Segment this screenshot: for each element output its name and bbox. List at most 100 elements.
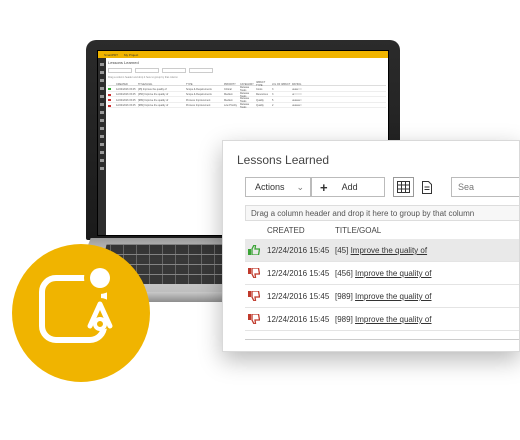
thumbs-down-icon: [108, 99, 111, 101]
mini-cell: Scope & Requirements: [186, 87, 212, 91]
sidebar-icon[interactable]: [100, 79, 104, 82]
thumbs-down-icon: [248, 268, 260, 278]
mini-sidebar: [98, 58, 106, 235]
mini-col[interactable]: PRIORITY: [224, 83, 240, 86]
table-footer-divider: [245, 339, 519, 340]
mini-filter-button[interactable]: [189, 68, 213, 73]
mini-actions-button[interactable]: [108, 68, 132, 73]
group-by-dropzone[interactable]: Drag a column header and drop it here to…: [245, 205, 519, 221]
rating-stars: ★★★☆☆: [292, 87, 302, 91]
sidebar-icon[interactable]: [100, 119, 104, 122]
sidebar-icon[interactable]: [100, 71, 104, 74]
lessons-learned-panel: Lessons Learned Actions ⌄ + Add Sea Drag…: [222, 140, 520, 352]
thumbs-down-icon: [108, 93, 111, 96]
mini-cell: Medium: [224, 93, 233, 96]
row-id: [456]: [335, 269, 353, 278]
table-header: CREATED TITLE/GOAL: [245, 223, 519, 239]
table-row[interactable]: 12/24/2016 15:45 [989] Improve the quali…: [245, 285, 519, 308]
sidebar-icon[interactable]: [100, 167, 104, 170]
mini-cell[interactable]: [989] Improve the quality of: [138, 99, 186, 102]
title-cell: [45] Improve the quality of: [335, 246, 427, 255]
thumbs-down-icon: [248, 314, 260, 324]
mini-cell: Costs: [256, 87, 263, 91]
mini-col[interactable]: RATING: [292, 83, 386, 86]
grid-view-button[interactable]: [393, 177, 414, 197]
mini-cell: 3: [272, 93, 274, 96]
title-link[interactable]: Improve the quality of: [355, 315, 431, 324]
thumbs-down-icon: [248, 291, 260, 301]
mini-col[interactable]: CREATED: [116, 83, 138, 86]
mini-col[interactable]: LVL OF IMPACT: [272, 83, 292, 86]
mini-cell[interactable]: [45] Improve the quality of: [138, 88, 186, 91]
page-title: Lessons Learned: [237, 153, 330, 167]
sidebar-icon[interactable]: [100, 87, 104, 90]
mini-col[interactable]: IMPACT TYPE: [256, 81, 272, 87]
sidebar-icon[interactable]: [100, 111, 104, 114]
app-badge: [12, 244, 150, 382]
search-input[interactable]: Sea: [451, 177, 519, 197]
rating-stars: ★☆☆☆☆: [292, 93, 302, 96]
rating-stars: ★★★★☆: [292, 104, 302, 107]
mini-cell: Low Priority: [224, 104, 238, 107]
add-button[interactable]: + Add: [311, 177, 385, 197]
row-id: [989]: [335, 315, 353, 324]
column-header-title[interactable]: TITLE/GOAL: [335, 226, 381, 235]
title-cell: [989] Improve the quality of: [335, 315, 432, 324]
created-cell: 12/24/2016 15:45: [267, 246, 330, 255]
sidebar-icon[interactable]: [100, 151, 104, 154]
chevron-down-icon: ⌄: [296, 181, 304, 192]
mini-cell: Scope & Requirements: [186, 93, 212, 96]
lessons-learned-icon: [39, 262, 116, 343]
mini-cell[interactable]: [989] Improve the quality of: [138, 104, 186, 107]
column-header-created[interactable]: CREATED: [267, 226, 305, 235]
actions-label: Actions: [255, 182, 285, 192]
mini-cell: 12/24/2016 15:45: [116, 98, 136, 102]
created-cell: 12/24/2016 15:45: [267, 269, 330, 278]
thumbs-up-icon: [248, 245, 260, 255]
mini-tab[interactable]: SmartPDT: [104, 53, 118, 57]
mini-cell: Resources: [256, 93, 268, 96]
sidebar-icon[interactable]: [100, 63, 104, 66]
row-id: [45]: [335, 246, 349, 255]
sidebar-icon[interactable]: [100, 95, 104, 98]
mini-tab[interactable]: My Project: [124, 53, 138, 57]
mini-search-input[interactable]: [162, 68, 186, 73]
sidebar-icon[interactable]: [100, 127, 104, 130]
title-link[interactable]: Improve the quality of: [355, 269, 431, 278]
created-cell: 12/24/2016 15:45: [267, 292, 330, 301]
mini-cell: Process Improvement: [186, 104, 211, 107]
mini-col[interactable]: TITLE/GOAL: [138, 83, 186, 86]
table-row[interactable]: 12/24/2016 15:45 [989] Improve the quali…: [245, 308, 519, 331]
mini-page-title: Lessons Learned: [108, 60, 139, 65]
title-link[interactable]: Improve the quality of: [351, 246, 427, 255]
add-label: Add: [341, 182, 358, 192]
sidebar-icon[interactable]: [100, 135, 104, 138]
created-cell: 12/24/2016 15:45: [267, 315, 330, 324]
mini-table-row[interactable]: 12/24/2016 15:45 [989] Improve the quali…: [108, 103, 386, 109]
table-row[interactable]: 12/24/2016 15:45 [456] Improve the quali…: [245, 262, 519, 285]
sidebar-icon[interactable]: [100, 159, 104, 162]
title-cell: [456] Improve the quality of: [335, 269, 432, 278]
rating-stars: ★★★★☆: [292, 98, 302, 102]
title-link[interactable]: Improve the quality of: [355, 292, 431, 301]
table-row[interactable]: 12/24/2016 15:45 [45] Improve the qualit…: [245, 239, 519, 262]
mini-cell[interactable]: [456] Improve the quality of: [138, 93, 186, 96]
mini-cell: Release Tasks: [240, 102, 250, 109]
sidebar-icon[interactable]: [100, 143, 104, 146]
group-hint: Drag a column header and drop it here to…: [251, 209, 475, 218]
mini-col[interactable]: TYPE: [186, 83, 224, 86]
mini-cell: Quality: [256, 104, 264, 107]
mini-toolbar: [108, 68, 386, 74]
mini-add-button[interactable]: [135, 68, 159, 73]
actions-dropdown[interactable]: Actions ⌄: [245, 177, 311, 197]
grid-icon: [397, 181, 410, 193]
mini-cell: Medium: [224, 98, 233, 102]
sidebar-icon[interactable]: [100, 103, 104, 106]
mini-cell: Quality: [256, 98, 264, 102]
title-cell: [989] Improve the quality of: [335, 292, 432, 301]
mini-topbar: SmartPDT My Project: [98, 51, 388, 58]
row-id: [989]: [335, 292, 353, 301]
export-button[interactable]: [418, 177, 436, 197]
plus-icon: +: [320, 179, 328, 195]
thumbs-down-icon: [108, 104, 111, 107]
